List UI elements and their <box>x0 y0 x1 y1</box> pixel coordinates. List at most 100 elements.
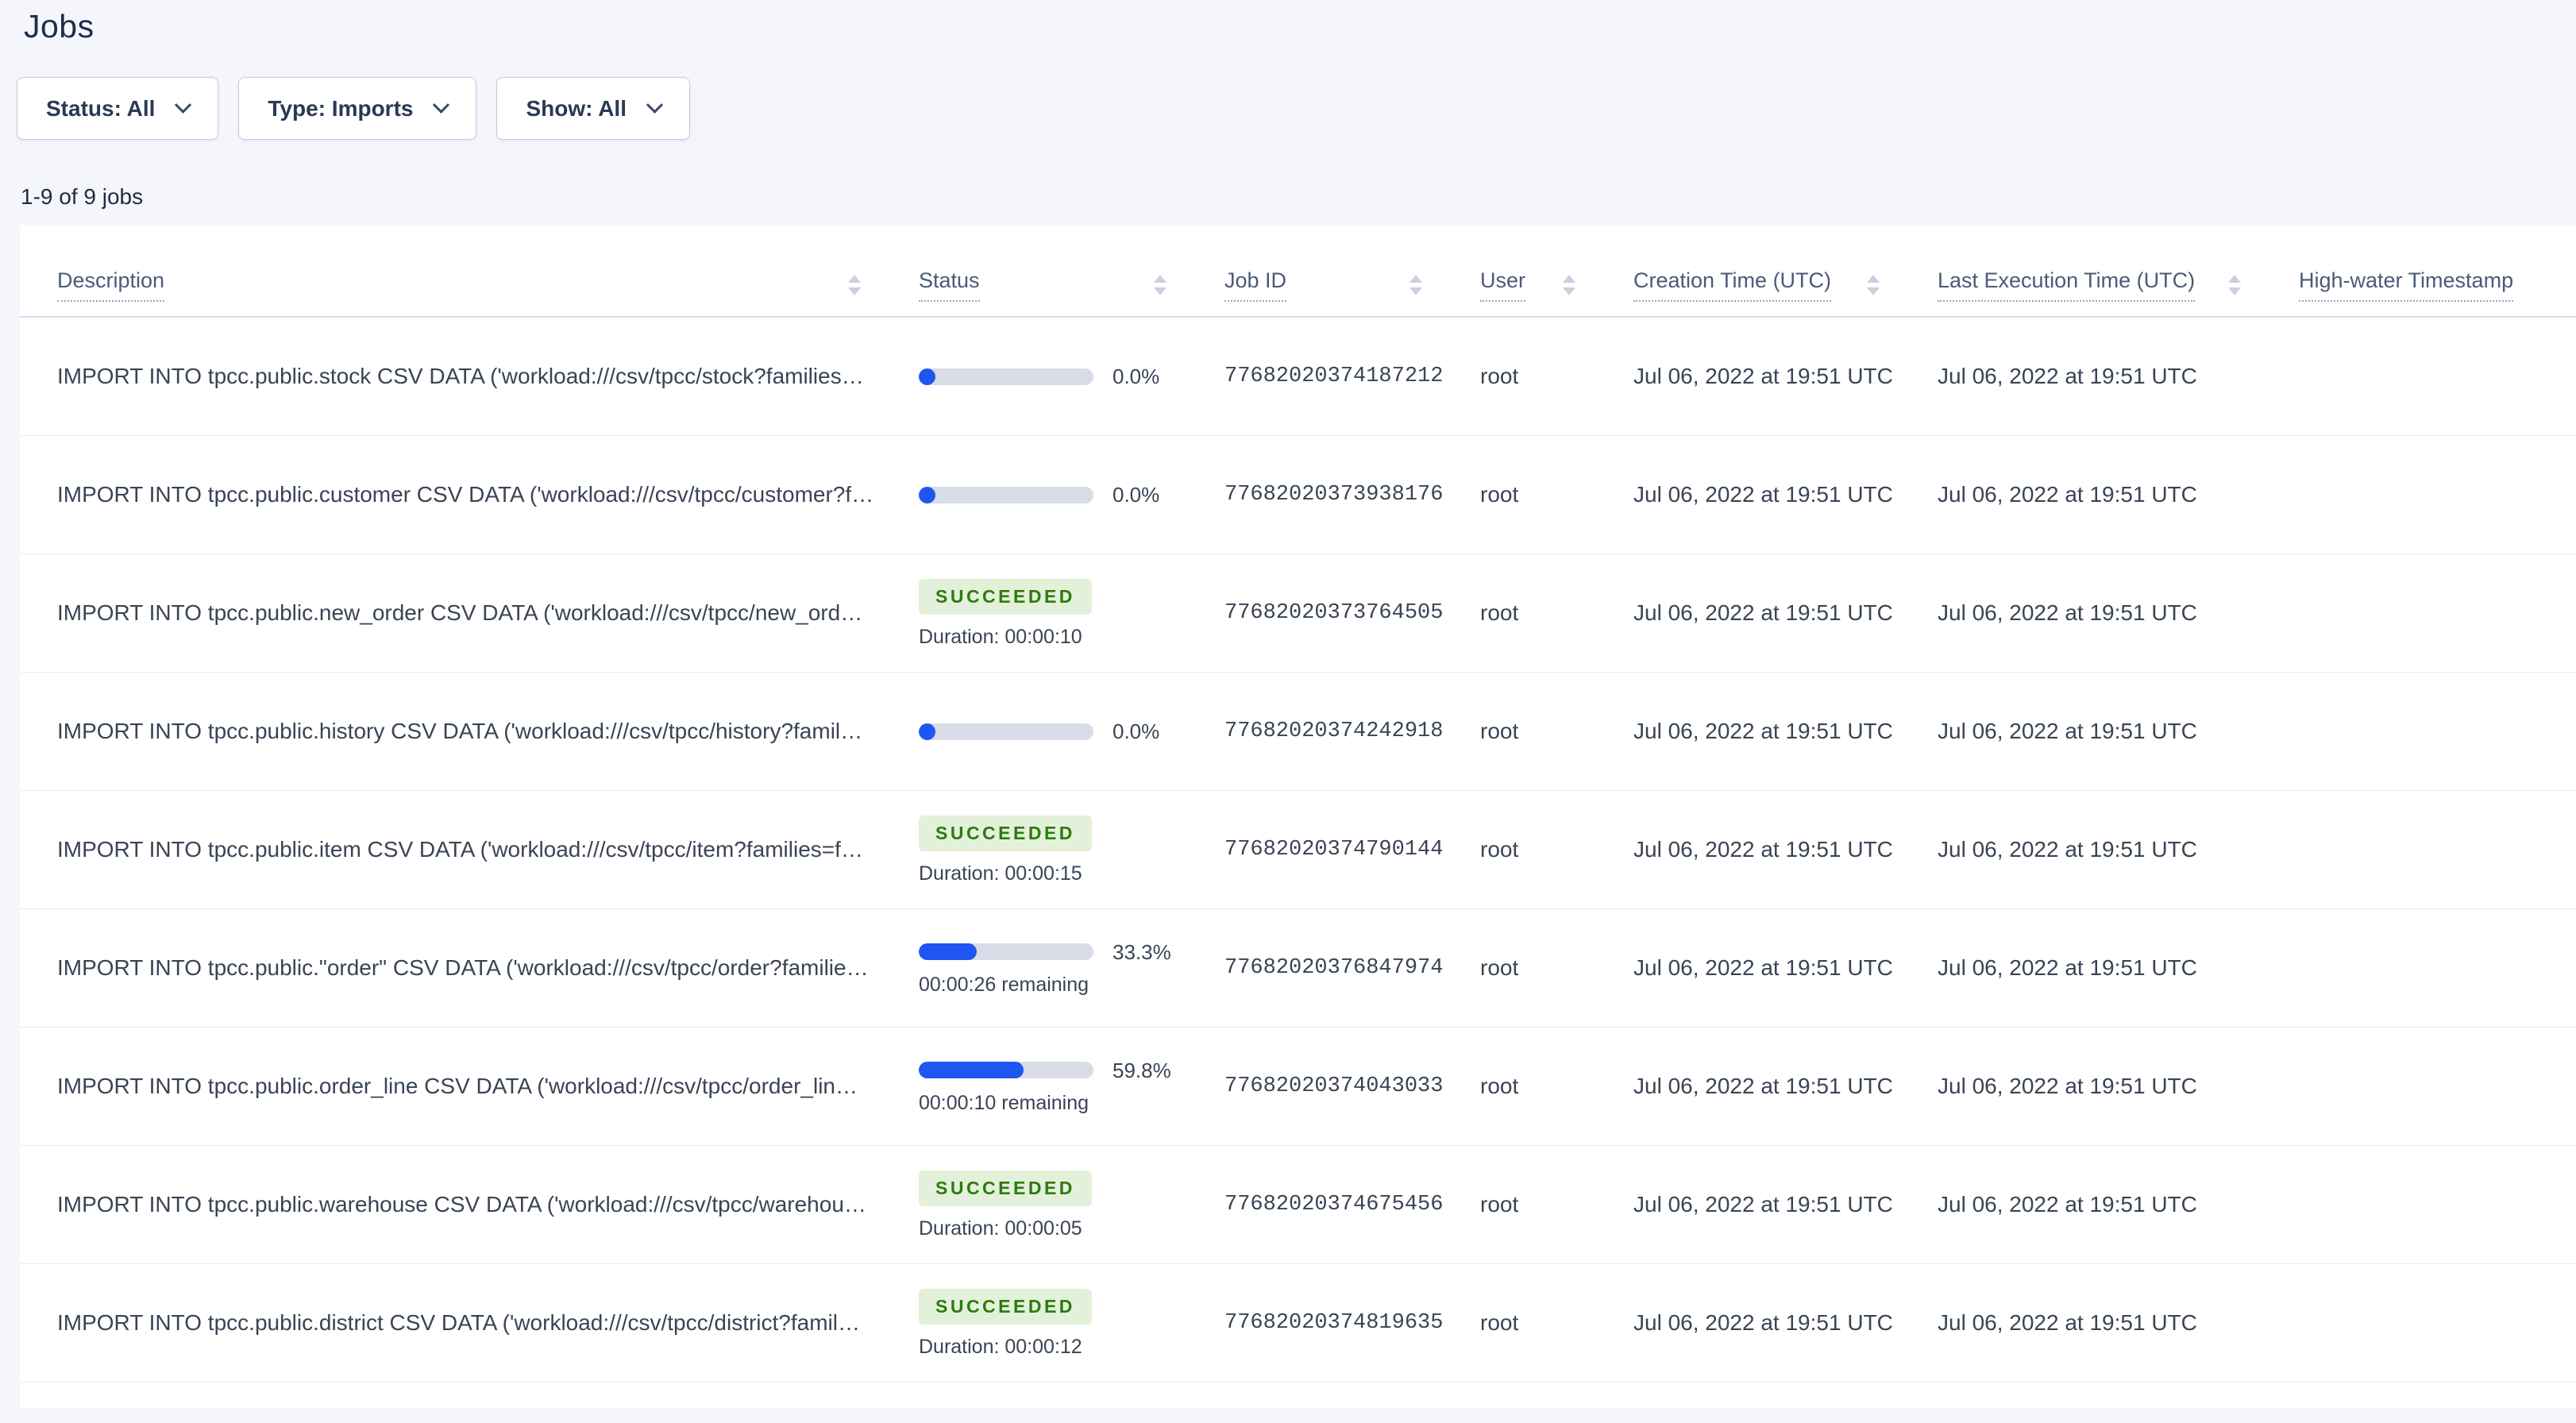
progress-percent: 0.0% <box>1113 366 1160 387</box>
job-description-link[interactable]: IMPORT INTO tpcc.public.order_line CSV D… <box>57 1074 858 1098</box>
status-detail: Duration: 00:00:15 <box>919 862 1082 884</box>
job-id: 776820203740430337 <box>1224 1074 1443 1098</box>
creation-time: Jul 06, 2022 at 19:51 UTC <box>1633 364 1893 388</box>
job-description-cell: IMPORT INTO tpcc.public.warehouse CSV DA… <box>20 1192 881 1217</box>
progress-percent: 59.8% <box>1113 1059 1171 1082</box>
creation-time: Jul 06, 2022 at 19:51 UTC <box>1633 482 1893 507</box>
progress-track <box>919 723 1093 740</box>
table-row: IMPORT INTO tpcc.public.order_line CSV D… <box>20 1028 2576 1146</box>
table-row: IMPORT INTO tpcc.public.district CSV DAT… <box>20 1264 2576 1383</box>
progress-bar: 59.8% <box>919 1060 1187 1081</box>
job-status-cell: SUCCEEDED Duration: 00:00:15 <box>881 816 1187 884</box>
job-id: 776820203746754561 <box>1224 1193 1443 1217</box>
status-badge: SUCCEEDED <box>919 1170 1092 1206</box>
status-detail: Duration: 00:00:05 <box>919 1217 1082 1239</box>
creation-time: Jul 06, 2022 at 19:51 UTC <box>1633 1310 1893 1335</box>
job-status-cell: SUCCEEDED Duration: 00:00:10 <box>881 579 1187 647</box>
chevron-down-icon <box>433 96 450 114</box>
progress-fill <box>919 723 935 740</box>
progress-fill <box>919 486 935 503</box>
job-user: root <box>1480 719 1519 743</box>
jobs-table: Description Status Job ID User Creation … <box>20 225 2576 1408</box>
progress-bar: 33.3% <box>919 942 1187 962</box>
last-execution-time: Jul 06, 2022 at 19:51 UTC <box>1938 364 2197 388</box>
results-count: 1-9 of 9 jobs <box>21 184 144 209</box>
filter-bar: Status: All Type: Imports Show: All <box>17 77 690 140</box>
last-execution-time: Jul 06, 2022 at 19:51 UTC <box>1938 719 2197 743</box>
sort-arrows-icon <box>1409 275 1422 295</box>
show-filter-dropdown[interactable]: Show: All <box>496 77 690 140</box>
job-description-link[interactable]: IMPORT INTO tpcc.public."order" CSV DATA… <box>57 955 869 980</box>
job-status-cell: 0.0% <box>881 366 1187 387</box>
job-user: root <box>1480 1192 1519 1217</box>
chevron-down-icon <box>646 96 664 114</box>
last-execution-time: Jul 06, 2022 at 19:51 UTC <box>1938 955 2197 980</box>
column-header-user[interactable]: User <box>1443 268 1596 316</box>
progress-track <box>919 486 1093 503</box>
creation-time: Jul 06, 2022 at 19:51 UTC <box>1633 600 1893 625</box>
last-execution-time: Jul 06, 2022 at 19:51 UTC <box>1938 1310 2197 1335</box>
chevron-down-icon <box>175 96 192 114</box>
job-status-cell: SUCCEEDED Duration: 00:00:12 <box>881 1289 1187 1357</box>
column-header-high-water-timestamp[interactable]: High-water Timestamp <box>2262 268 2576 316</box>
show-filter-label: Show: All <box>526 95 627 121</box>
column-header-job-id[interactable]: Job ID <box>1187 268 1443 316</box>
column-header-description[interactable]: Description <box>20 268 881 316</box>
job-user: root <box>1480 955 1519 980</box>
last-execution-time: Jul 06, 2022 at 19:51 UTC <box>1938 1192 2197 1217</box>
job-description-link[interactable]: IMPORT INTO tpcc.public.item CSV DATA ('… <box>57 837 863 862</box>
table-row: IMPORT INTO tpcc.public.warehouse CSV DA… <box>20 1146 2576 1264</box>
status-badge: SUCCEEDED <box>919 816 1092 851</box>
progress-track <box>919 368 1093 385</box>
type-filter-label: Type: Imports <box>268 95 414 121</box>
job-status-cell: 33.3% 00:00:26 remaining <box>881 942 1187 995</box>
status-detail: Duration: 00:00:12 <box>919 1336 1082 1357</box>
status-badge: SUCCEEDED <box>919 579 1092 615</box>
job-user: root <box>1480 1310 1519 1335</box>
last-execution-time: Jul 06, 2022 at 19:51 UTC <box>1938 1074 2197 1098</box>
job-description-link[interactable]: IMPORT INTO tpcc.public.stock CSV DATA (… <box>57 364 864 388</box>
table-row: IMPORT INTO tpcc.public.new_order CSV DA… <box>20 554 2576 673</box>
column-header-last-execution-time[interactable]: Last Execution Time (UTC) <box>1900 268 2262 316</box>
job-description-link[interactable]: IMPORT INTO tpcc.public.customer CSV DAT… <box>57 482 873 507</box>
table-row: IMPORT INTO tpcc.public.stock CSV DATA (… <box>20 318 2576 436</box>
progress-fill <box>919 368 935 385</box>
creation-time: Jul 06, 2022 at 19:51 UTC <box>1633 1192 1893 1217</box>
job-description-cell: IMPORT INTO tpcc.public."order" CSV DATA… <box>20 955 881 981</box>
job-description-link[interactable]: IMPORT INTO tpcc.public.new_order CSV DA… <box>57 600 862 625</box>
job-id: 776820203737645057 <box>1224 601 1443 625</box>
sort-arrows-icon <box>848 275 861 295</box>
sort-arrows-icon <box>2228 275 2241 295</box>
job-description-link[interactable]: IMPORT INTO tpcc.public.history CSV DATA… <box>57 719 862 743</box>
creation-time: Jul 06, 2022 at 19:51 UTC <box>1633 837 1893 862</box>
job-description-cell: IMPORT INTO tpcc.public.district CSV DAT… <box>20 1310 881 1336</box>
type-filter-dropdown[interactable]: Type: Imports <box>238 77 477 140</box>
column-header-creation-time[interactable]: Creation Time (UTC) <box>1596 268 1900 316</box>
job-user: root <box>1480 837 1519 862</box>
job-description-cell: IMPORT INTO tpcc.public.customer CSV DAT… <box>20 482 881 507</box>
last-execution-time: Jul 06, 2022 at 19:51 UTC <box>1938 482 2197 507</box>
status-badge: SUCCEEDED <box>919 1289 1092 1325</box>
job-id: 776820203747901441 <box>1224 838 1443 862</box>
status-detail: 00:00:10 remaining <box>919 1091 1089 1113</box>
job-id: 776820203739381761 <box>1224 483 1443 507</box>
status-filter-dropdown[interactable]: Status: All <box>17 77 219 140</box>
last-execution-time: Jul 06, 2022 at 19:51 UTC <box>1938 837 2197 862</box>
status-filter-label: Status: All <box>46 95 156 121</box>
page-title: Jobs <box>24 8 94 44</box>
job-description-cell: IMPORT INTO tpcc.public.new_order CSV DA… <box>20 600 881 626</box>
job-status-cell: SUCCEEDED Duration: 00:00:05 <box>881 1170 1187 1239</box>
table-row: IMPORT INTO tpcc.public."order" CSV DATA… <box>20 909 2576 1028</box>
job-user: root <box>1480 600 1519 625</box>
column-header-status[interactable]: Status <box>881 268 1187 316</box>
last-execution-time: Jul 06, 2022 at 19:51 UTC <box>1938 600 2197 625</box>
progress-bar: 0.0% <box>919 484 1187 505</box>
progress-percent: 0.0% <box>1113 721 1160 742</box>
job-description-link[interactable]: IMPORT INTO tpcc.public.district CSV DAT… <box>57 1310 860 1335</box>
progress-percent: 33.3% <box>1113 941 1171 964</box>
creation-time: Jul 06, 2022 at 19:51 UTC <box>1633 1074 1893 1098</box>
job-description-cell: IMPORT INTO tpcc.public.history CSV DATA… <box>20 719 881 744</box>
sort-arrows-icon <box>1563 275 1575 295</box>
job-description-link[interactable]: IMPORT INTO tpcc.public.warehouse CSV DA… <box>57 1192 866 1217</box>
status-detail: Duration: 00:00:10 <box>919 626 1082 647</box>
